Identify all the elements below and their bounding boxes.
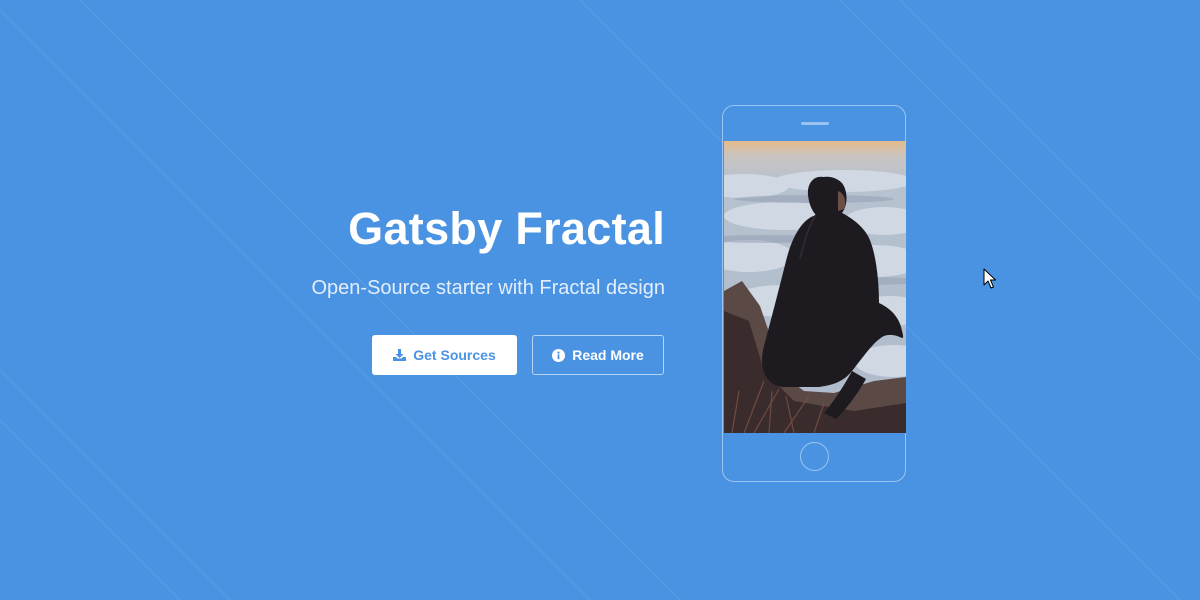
phone-mockup	[722, 105, 906, 482]
hero-subtitle: Open-Source starter with Fractal design	[311, 277, 666, 299]
read-more-button[interactable]: Read More	[532, 335, 664, 375]
phone-speaker	[801, 122, 829, 125]
cta-button-row: Get Sources Read More	[372, 335, 664, 375]
read-more-label: Read More	[572, 347, 644, 363]
get-sources-label: Get Sources	[413, 347, 496, 363]
get-sources-button[interactable]: Get Sources	[372, 335, 517, 375]
hero-title: Gatsby Fractal	[348, 203, 665, 254]
info-circle-icon	[552, 348, 566, 362]
phone-home-button	[800, 442, 829, 471]
mouse-cursor-icon	[983, 268, 996, 289]
hero-text-block: Gatsby Fractal Open-Source starter with …	[312, 200, 666, 300]
download-icon	[393, 349, 407, 361]
phone-screen-image	[724, 141, 906, 433]
background-diagonal-lines	[0, 0, 1200, 600]
